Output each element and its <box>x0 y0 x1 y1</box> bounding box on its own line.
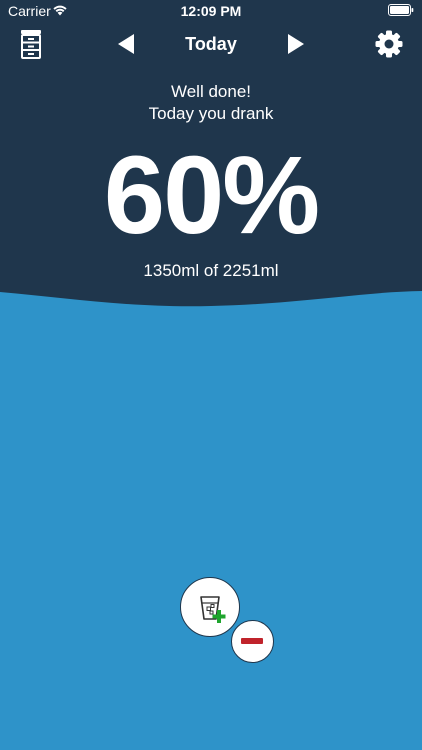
remove-drink-button[interactable] <box>231 620 274 663</box>
status-bar: Carrier 12:09 PM <box>0 0 422 22</box>
next-day-icon[interactable] <box>287 33 305 55</box>
page-title: Today <box>185 34 237 54</box>
battery-icon <box>388 4 414 16</box>
status-time: 12:09 PM <box>180 3 242 19</box>
glass-plus-icon <box>200 596 226 623</box>
congrats-message: Well done! <box>170 82 251 101</box>
gear-icon[interactable] <box>375 30 403 58</box>
minus-icon <box>241 638 263 644</box>
app-screen: Carrier 12:09 PM Today Well done! Today … <box>0 0 422 750</box>
progress-percent: 60% <box>103 134 320 257</box>
intake-amount: 1350ml of 2251ml <box>143 261 279 280</box>
drank-message: Today you drank <box>148 104 274 123</box>
add-drink-button[interactable] <box>180 577 240 637</box>
